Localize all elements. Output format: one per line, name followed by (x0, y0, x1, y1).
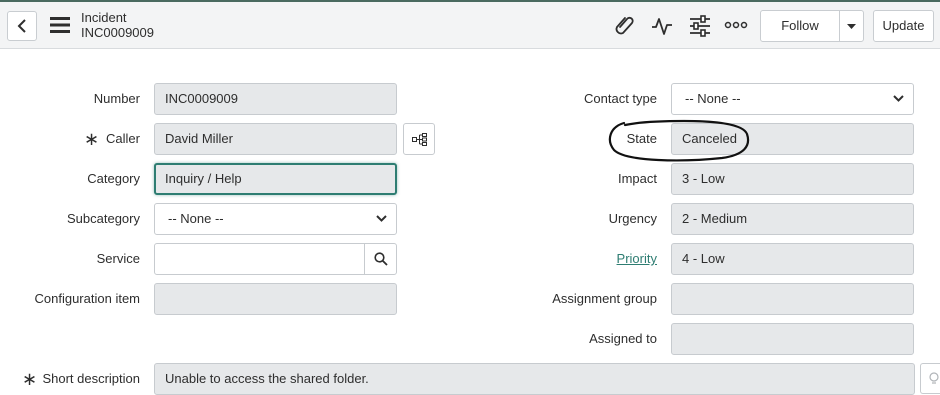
short-description-field[interactable]: Unable to access the shared folder. (154, 363, 915, 395)
record-number-title: INC0009009 (81, 25, 154, 40)
contact-type-select[interactable]: -- None -- (671, 83, 914, 115)
chevron-left-icon (17, 19, 26, 33)
lightbulb-icon (929, 372, 939, 384)
contact-type-value: -- None -- (685, 91, 741, 106)
follow-button[interactable]: Follow (761, 11, 840, 41)
suggestion-button[interactable] (920, 363, 940, 394)
caret-down-icon (847, 24, 856, 29)
assigned-to-field[interactable] (671, 323, 914, 355)
contact-type-label: Contact type (584, 91, 657, 106)
state-label: State (626, 131, 657, 146)
activity-icon[interactable] (650, 14, 674, 41)
paperclip-icon[interactable] (613, 14, 637, 41)
priority-field[interactable]: 4 - Low (671, 243, 914, 275)
urgency-label: Urgency (608, 211, 657, 226)
form-header: Incident INC0009009 Follow Update (0, 2, 940, 49)
settings-sliders-icon[interactable] (688, 14, 712, 41)
assignment-group-field[interactable] (671, 283, 914, 315)
follow-dropdown-button[interactable] (840, 11, 863, 41)
hand-drawn-annotation-circle (608, 119, 750, 162)
menu-icon[interactable] (50, 17, 70, 36)
follow-button-group: Follow (760, 10, 864, 42)
back-button[interactable] (7, 11, 37, 41)
short-description-label: Short description (42, 371, 140, 386)
assigned-to-label: Assigned to (589, 331, 657, 346)
urgency-field[interactable]: 2 - Medium (671, 203, 914, 235)
assignment-group-label: Assignment group (552, 291, 657, 306)
impact-field[interactable]: 3 - Low (671, 163, 914, 195)
priority-label[interactable]: Priority (0, 251, 657, 266)
chevron-down-icon (893, 95, 904, 102)
priority-link[interactable]: Priority (617, 251, 657, 266)
more-options-icon[interactable] (724, 17, 748, 36)
impact-label: Impact (617, 171, 657, 186)
update-button[interactable]: Update (873, 10, 934, 42)
record-type-title: Incident (81, 10, 127, 25)
